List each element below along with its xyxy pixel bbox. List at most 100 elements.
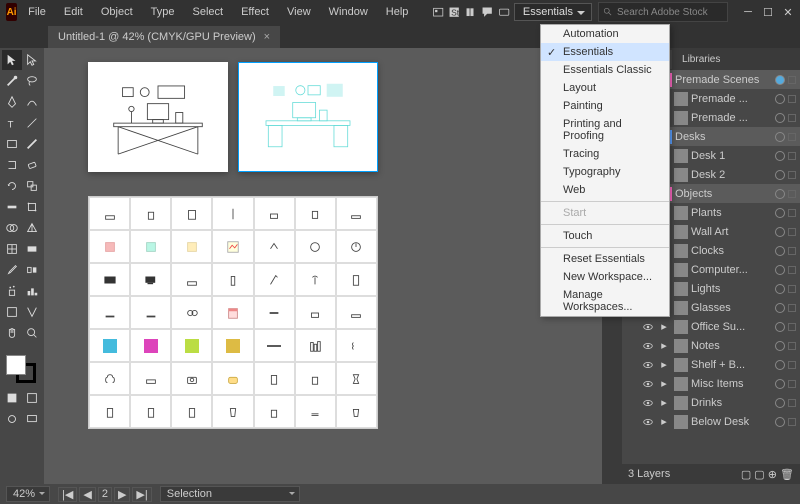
- artboard-2-selected[interactable]: [238, 62, 378, 172]
- feedback-icon[interactable]: [481, 2, 493, 22]
- svg-text:T: T: [7, 119, 13, 130]
- curvature-tool[interactable]: [23, 92, 43, 112]
- artboard-nav[interactable]: |◀ ◀ 2 ▶ ▶|: [58, 487, 152, 502]
- menu-select[interactable]: Select: [185, 3, 230, 21]
- ws-typography[interactable]: Typography: [541, 163, 669, 181]
- type-tool[interactable]: T: [2, 113, 22, 133]
- shape-builder-tool[interactable]: [2, 218, 22, 238]
- gradient-mode[interactable]: [23, 388, 43, 408]
- menu-help[interactable]: Help: [379, 3, 416, 21]
- layer-count: 3 Layers: [628, 468, 670, 480]
- search-icon: [603, 7, 613, 17]
- pen-tool[interactable]: [2, 92, 22, 112]
- line-tool[interactable]: [23, 113, 43, 133]
- artboard-tool[interactable]: [2, 302, 22, 322]
- shaper-tool[interactable]: [2, 155, 22, 175]
- hand-tool[interactable]: [2, 323, 22, 343]
- ws-manage[interactable]: Manage Workspaces...: [541, 286, 669, 316]
- gpu-icon[interactable]: [498, 2, 510, 22]
- bridge-icon[interactable]: [432, 2, 444, 22]
- fill-stroke-swatch[interactable]: [6, 355, 42, 383]
- menu-file[interactable]: File: [21, 3, 53, 21]
- direct-selection-tool[interactable]: [23, 50, 43, 70]
- menu-object[interactable]: Object: [94, 3, 140, 21]
- panel-icons[interactable]: ▢ ▢ ⊕ 🗑: [741, 468, 794, 481]
- first-button[interactable]: |◀: [58, 487, 77, 502]
- slice-tool[interactable]: [23, 302, 43, 322]
- icon-library-grid[interactable]: [88, 196, 378, 429]
- canvas[interactable]: [44, 48, 602, 484]
- blend-tool[interactable]: [23, 260, 43, 280]
- gradient-tool[interactable]: [23, 239, 43, 259]
- document-tabs: Untitled-1 @ 42% (CMYK/GPU Preview) ×: [0, 24, 800, 48]
- tools-panel: T: [0, 48, 44, 484]
- menu-view[interactable]: View: [280, 3, 318, 21]
- stock-icon[interactable]: St: [448, 2, 460, 22]
- color-mode[interactable]: [2, 388, 22, 408]
- artboard-1[interactable]: [88, 62, 228, 172]
- layer-item[interactable]: ▸Misc Items: [622, 374, 800, 393]
- layer-item[interactable]: ▸Notes: [622, 336, 800, 355]
- ws-new[interactable]: New Workspace...: [541, 268, 669, 286]
- close-button[interactable]: ✕: [782, 6, 794, 18]
- free-transform-tool[interactable]: [23, 197, 43, 217]
- fill-color[interactable]: [6, 355, 26, 375]
- tab-label: Untitled-1 @ 42% (CMYK/GPU Preview): [58, 31, 256, 43]
- status-bar: 42% |◀ ◀ 2 ▶ ▶| Selection: [0, 484, 800, 504]
- close-tab-button[interactable]: ×: [264, 31, 270, 43]
- layer-item[interactable]: ▸Drinks: [622, 393, 800, 412]
- ws-painting[interactable]: Painting: [541, 97, 669, 115]
- scale-tool[interactable]: [23, 176, 43, 196]
- symbol-sprayer-tool[interactable]: [2, 281, 22, 301]
- ws-tracing[interactable]: Tracing: [541, 145, 669, 163]
- tab-libraries[interactable]: Libraries: [672, 50, 730, 69]
- layer-item[interactable]: ▸Office Su...: [622, 317, 800, 336]
- ws-essentials-classic[interactable]: Essentials Classic: [541, 61, 669, 79]
- search-input[interactable]: Search Adobe Stock: [598, 2, 728, 22]
- perspective-tool[interactable]: [23, 218, 43, 238]
- search-placeholder: Search Adobe Stock: [617, 7, 708, 18]
- minimize-button[interactable]: ─: [742, 6, 754, 18]
- maximize-button[interactable]: ☐: [762, 6, 774, 18]
- lasso-tool[interactable]: [23, 71, 43, 91]
- svg-text:St: St: [452, 7, 461, 17]
- arrange-icon[interactable]: [465, 2, 477, 22]
- zoom-tool[interactable]: [23, 323, 43, 343]
- width-tool[interactable]: [2, 197, 22, 217]
- tool-status[interactable]: Selection: [160, 486, 300, 502]
- magic-wand-tool[interactable]: [2, 71, 22, 91]
- separator: [541, 201, 669, 202]
- layer-item[interactable]: ▸Below Desk: [622, 412, 800, 431]
- menu-bar: Ai File Edit Object Type Select Effect V…: [0, 0, 800, 24]
- menu-edit[interactable]: Edit: [57, 3, 90, 21]
- zoom-dropdown[interactable]: 42%: [6, 486, 50, 502]
- ws-layout[interactable]: Layout: [541, 79, 669, 97]
- next-button[interactable]: ▶: [114, 487, 130, 502]
- graph-tool[interactable]: [23, 281, 43, 301]
- workspace-switcher[interactable]: Essentials: [514, 3, 592, 21]
- menu-type[interactable]: Type: [144, 3, 182, 21]
- last-button[interactable]: ▶|: [132, 487, 151, 502]
- eyedropper-tool[interactable]: [2, 260, 22, 280]
- brush-tool[interactable]: [23, 134, 43, 154]
- page-field[interactable]: 2: [98, 487, 112, 502]
- draw-mode[interactable]: [2, 409, 22, 429]
- rotate-tool[interactable]: [2, 176, 22, 196]
- layer-item[interactable]: ▸Shelf + B...: [622, 355, 800, 374]
- selection-tool[interactable]: [2, 50, 22, 70]
- screen-mode[interactable]: [23, 409, 43, 429]
- workspace-dropdown: Automation Essentials Essentials Classic…: [540, 24, 670, 317]
- ws-printing[interactable]: Printing and Proofing: [541, 115, 669, 145]
- menu-effect[interactable]: Effect: [234, 3, 276, 21]
- ws-reset[interactable]: Reset Essentials: [541, 250, 669, 268]
- prev-button[interactable]: ◀: [79, 487, 95, 502]
- ws-touch[interactable]: Touch: [541, 227, 669, 245]
- eraser-tool[interactable]: [23, 155, 43, 175]
- ws-web[interactable]: Web: [541, 181, 669, 199]
- mesh-tool[interactable]: [2, 239, 22, 259]
- document-tab[interactable]: Untitled-1 @ 42% (CMYK/GPU Preview) ×: [48, 26, 280, 48]
- ws-essentials[interactable]: Essentials: [541, 43, 669, 61]
- menu-window[interactable]: Window: [322, 3, 375, 21]
- rectangle-tool[interactable]: [2, 134, 22, 154]
- ws-automation[interactable]: Automation: [541, 25, 669, 43]
